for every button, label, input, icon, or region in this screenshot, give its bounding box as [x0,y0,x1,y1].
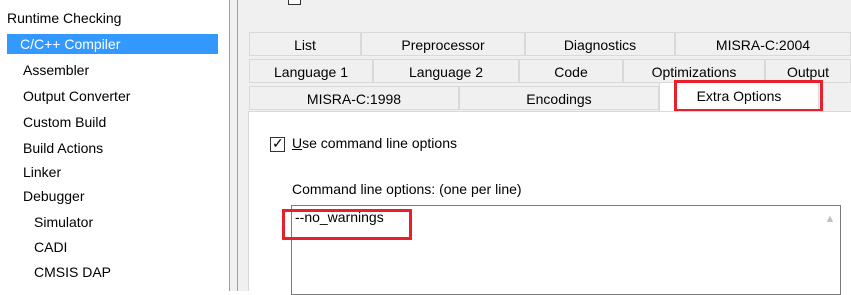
category-runtime-checking[interactable]: Runtime Checking [7,8,121,28]
tab-encodings[interactable]: Encodings [459,86,659,110]
category-cmsis-dap[interactable]: CMSIS DAP [34,262,111,282]
category-output-converter[interactable]: Output Converter [23,86,130,106]
cmdline-value: --no_warnings [295,209,384,225]
partial-checkbox[interactable] [288,0,301,5]
category-assembler[interactable]: Assembler [23,60,89,80]
category-build-actions[interactable]: Build Actions [23,138,103,158]
cmdline-field-label: Command line options: (one per line) [292,181,522,197]
tab-extra-options[interactable]: Extra Options [659,82,819,112]
use-cmdline-checkbox[interactable]: ✓ [270,135,285,152]
tab-list[interactable]: List [249,32,361,56]
category-linker[interactable]: Linker [23,162,61,182]
use-cmdline-label[interactable]: Use command line options [292,135,457,151]
use-cmdline-label-rest: se command line options [302,135,457,151]
use-cmdline-mnemonic: U [292,135,303,151]
tab-diagnostics[interactable]: Diagnostics [525,32,675,56]
cmdline-textarea[interactable]: --no_warnings ▲ [291,205,841,295]
category-list: Runtime Checking C/C++ Compiler Assemble… [0,0,229,291]
tab-misra-1998[interactable]: MISRA-C:1998 [249,86,459,110]
tab-language-2[interactable]: Language 2 [373,59,519,83]
tab-code[interactable]: Code [519,59,623,83]
category-custom-build[interactable]: Custom Build [23,112,106,132]
tab-preprocessor[interactable]: Preprocessor [361,32,525,56]
chevron-up-icon[interactable]: ▲ [823,212,837,226]
checkmark-icon: ✓ [272,135,284,151]
category-cpp-compiler[interactable]: C/C++ Compiler [7,34,218,54]
category-cadi[interactable]: CADI [34,237,67,257]
extra-options-page: ✓ Use command line options Command line … [248,111,851,295]
category-simulator[interactable]: Simulator [34,212,93,232]
tab-optimizations[interactable]: Optimizations [623,59,765,83]
pane-splitter[interactable] [229,0,238,291]
tab-language-1[interactable]: Language 1 [249,59,373,83]
tab-output[interactable]: Output [765,59,851,83]
options-panel: List Preprocessor Diagnostics MISRA-C:20… [238,0,851,295]
category-debugger[interactable]: Debugger [23,186,85,206]
tab-misra-2004[interactable]: MISRA-C:2004 [675,32,851,56]
